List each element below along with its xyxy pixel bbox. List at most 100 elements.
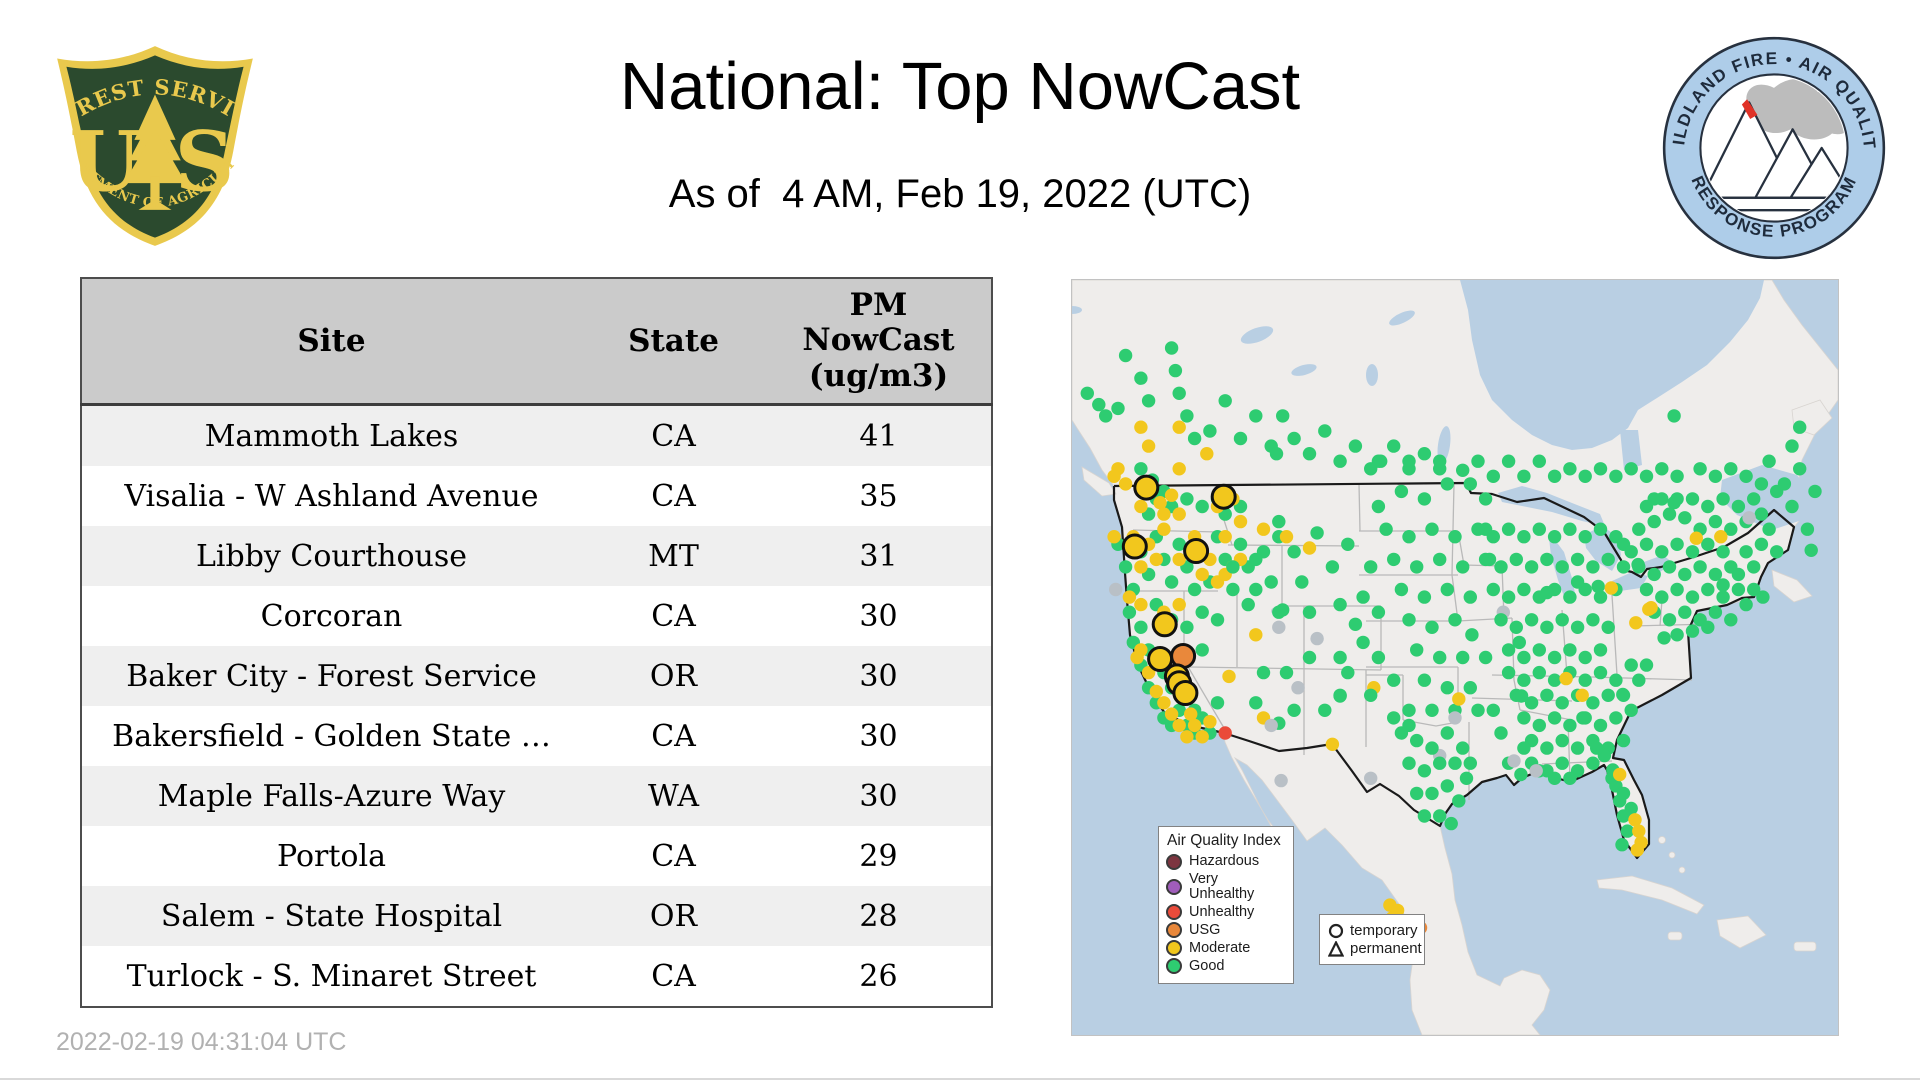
- monitor-dot[interactable]: [1310, 526, 1324, 540]
- monitor-dot[interactable]: [1371, 454, 1386, 468]
- monitor-dot[interactable]: [1578, 650, 1592, 665]
- monitor-dot[interactable]: [1701, 499, 1715, 514]
- monitor-dot[interactable]: [1501, 665, 1516, 680]
- monitor-dot[interactable]: [1590, 741, 1604, 755]
- monitor-dot[interactable]: [1463, 477, 1477, 491]
- monitor-dot[interactable]: [1624, 545, 1638, 559]
- monitor-dot[interactable]: [1563, 590, 1577, 604]
- monitor-dot[interactable]: [1356, 590, 1370, 604]
- monitor-dot[interactable]: [1456, 650, 1470, 665]
- monitor-dot[interactable]: [1678, 567, 1692, 582]
- monitor-dot[interactable]: [1274, 773, 1288, 788]
- monitor-dot[interactable]: [1417, 764, 1432, 778]
- monitor-dot[interactable]: [1563, 718, 1577, 733]
- monitor-dot[interactable]: [1486, 703, 1500, 717]
- monitor-dot[interactable]: [1494, 726, 1508, 740]
- monitor-dot[interactable]: [1448, 613, 1462, 627]
- monitor-dot[interactable]: [1512, 635, 1526, 650]
- monitor-dot[interactable]: [1295, 575, 1309, 589]
- monitor-dot[interactable]: [1494, 613, 1508, 627]
- monitor-dot[interactable]: [1575, 688, 1589, 702]
- monitor-dot[interactable]: [1325, 560, 1340, 574]
- monitor-dot[interactable]: [1187, 582, 1202, 597]
- monitor-dot[interactable]: [1647, 514, 1661, 529]
- top-site-marker[interactable]: [1183, 538, 1210, 564]
- monitor-dot[interactable]: [1387, 711, 1401, 725]
- monitor-dot[interactable]: [1609, 673, 1623, 687]
- monitor-dot[interactable]: [1514, 689, 1529, 703]
- monitor-dot[interactable]: [1578, 673, 1592, 687]
- monitor-dot[interactable]: [1341, 537, 1355, 551]
- monitor-dot[interactable]: [1570, 741, 1585, 755]
- monitor-dot[interactable]: [1425, 703, 1439, 717]
- monitor-dot[interactable]: [1670, 628, 1684, 642]
- monitor-dot[interactable]: [1459, 771, 1474, 785]
- monitor-dot[interactable]: [1302, 541, 1317, 555]
- monitor-dot[interactable]: [1157, 696, 1171, 710]
- monitor-dot[interactable]: [1639, 582, 1654, 597]
- monitor-dot[interactable]: [1586, 756, 1600, 770]
- monitor-dot[interactable]: [1793, 462, 1807, 476]
- monitor-dot[interactable]: [1134, 597, 1148, 612]
- monitor-dot[interactable]: [1593, 718, 1608, 733]
- monitor-dot[interactable]: [1172, 386, 1186, 400]
- monitor-dot[interactable]: [1080, 386, 1094, 400]
- monitor-dot[interactable]: [1731, 499, 1746, 514]
- monitor-dot[interactable]: [1624, 658, 1638, 672]
- monitor-dot[interactable]: [1134, 462, 1148, 476]
- monitor-dot[interactable]: [1256, 522, 1271, 536]
- monitor-dot[interactable]: [1657, 631, 1671, 645]
- top-site-marker[interactable]: [1151, 611, 1178, 638]
- monitor-dot[interactable]: [1256, 665, 1271, 680]
- monitor-dot[interactable]: [1670, 469, 1684, 483]
- monitor-dot[interactable]: [1754, 507, 1769, 521]
- monitor-dot[interactable]: [1540, 741, 1554, 755]
- monitor-dot[interactable]: [1279, 665, 1294, 680]
- monitor-dot[interactable]: [1601, 552, 1615, 567]
- monitor-dot[interactable]: [1578, 469, 1592, 483]
- monitor-dot[interactable]: [1629, 616, 1643, 630]
- monitor-dot[interactable]: [1111, 401, 1125, 416]
- monitor-dot[interactable]: [1586, 560, 1600, 574]
- monitor-dot[interactable]: [1264, 718, 1278, 733]
- monitor-dot[interactable]: [1149, 684, 1163, 699]
- monitor-dot[interactable]: [1613, 767, 1627, 782]
- monitor-dot[interactable]: [1456, 560, 1470, 574]
- monitor-dot[interactable]: [1667, 409, 1681, 423]
- monitor-dot[interactable]: [1739, 545, 1753, 559]
- monitor-dot[interactable]: [1555, 756, 1569, 770]
- monitor-dot[interactable]: [1631, 557, 1645, 572]
- monitor-dot[interactable]: [1632, 522, 1646, 536]
- monitor-dot[interactable]: [1514, 767, 1528, 782]
- monitor-dot[interactable]: [1540, 585, 1554, 600]
- monitor-dot[interactable]: [1394, 484, 1409, 499]
- monitor-dot[interactable]: [1118, 477, 1133, 491]
- monitor-dot[interactable]: [1678, 605, 1692, 619]
- monitor-dot[interactable]: [1325, 737, 1340, 751]
- monitor-dot[interactable]: [1517, 711, 1531, 725]
- monitor-dot[interactable]: [1547, 530, 1562, 544]
- monitor-dot[interactable]: [1517, 673, 1531, 687]
- monitor-dot[interactable]: [1364, 688, 1378, 702]
- monitor-dot[interactable]: [1662, 507, 1677, 521]
- monitor-dot[interactable]: [1433, 552, 1447, 567]
- monitor-dot[interactable]: [1693, 462, 1707, 476]
- monitor-dot[interactable]: [1364, 771, 1378, 785]
- monitor-dot[interactable]: [1218, 394, 1232, 408]
- monitor-dot[interactable]: [1279, 530, 1294, 544]
- monitor-dot[interactable]: [1630, 843, 1644, 857]
- monitor-dot[interactable]: [1394, 582, 1409, 597]
- monitor-dot[interactable]: [1333, 597, 1347, 612]
- monitor-dot[interactable]: [1157, 507, 1171, 521]
- monitor-dot[interactable]: [1402, 718, 1416, 733]
- monitor-dot[interactable]: [1410, 643, 1424, 657]
- monitor-dot[interactable]: [1249, 696, 1263, 710]
- monitor-dot[interactable]: [1118, 560, 1133, 574]
- monitor-dot[interactable]: [1200, 447, 1214, 461]
- monitor-dot[interactable]: [1448, 530, 1462, 544]
- top-site-marker[interactable]: [1121, 533, 1148, 560]
- monitor-dot[interactable]: [1269, 447, 1284, 461]
- monitor-dot[interactable]: [1591, 579, 1605, 594]
- monitor-dot[interactable]: [1425, 522, 1439, 536]
- monitor-dot[interactable]: [1563, 643, 1577, 657]
